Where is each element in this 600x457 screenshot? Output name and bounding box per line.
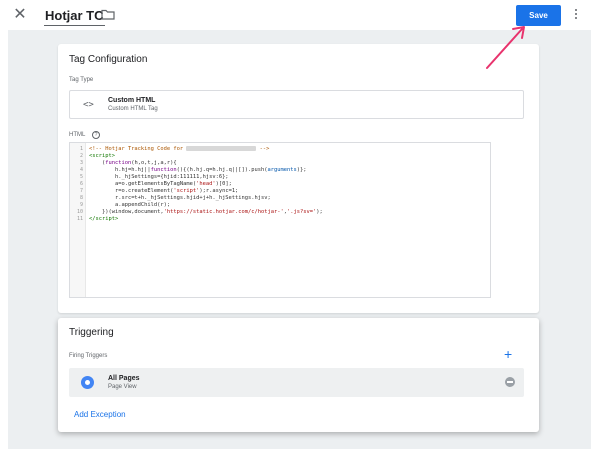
tag-type-label: Tag Type (69, 77, 94, 83)
code-line: <script> (89, 153, 115, 159)
tag-type-selector[interactable]: <> Custom HTML Custom HTML Tag (69, 90, 524, 119)
line-number: 8 (79, 195, 83, 201)
trigger-name: All Pages (108, 375, 140, 382)
code-line: (function(h,o,t,j,a,r){ (89, 160, 177, 166)
line-number: 5 (79, 174, 83, 180)
code-line: </script> (89, 216, 119, 222)
line-number: 6 (79, 181, 83, 187)
tag-type-description: Custom HTML Tag (108, 106, 158, 112)
code-line: })(window,document,'https://static.hotja… (89, 209, 323, 215)
code-line: r.src=t+h._hjSettings.hjid+j+h._hjSettin… (89, 195, 271, 201)
html-label: HTML (69, 132, 86, 138)
line-number: 7 (79, 188, 83, 194)
code-line: a=o.getElementsByTagName('head')[0]; (89, 181, 232, 187)
remove-icon[interactable] (505, 377, 515, 387)
code-icon: <> (83, 100, 94, 110)
more-vert-icon[interactable] (574, 8, 578, 22)
code-line: h._hjSettings={hjid:111111,hjsv:6}; (89, 174, 229, 180)
tag-name-input[interactable]: Hotjar TC (44, 7, 105, 26)
firing-triggers-label: Firing Triggers (69, 353, 108, 359)
line-number: 2 (79, 153, 83, 159)
code-line: h.hj=h.hj||function(){(h.hj.q=h.hj.q||[]… (89, 167, 307, 173)
code-line: r=o.createElement('script');r.async=1; (89, 188, 239, 194)
save-button[interactable]: Save (516, 5, 561, 26)
line-number: 10 (76, 209, 83, 215)
line-gutter: 1 2 3 4 5 6 7 8 9 10 11 (70, 143, 86, 297)
folder-icon[interactable] (101, 9, 115, 20)
trigger-item-all-pages[interactable]: All Pages Page View (69, 368, 524, 397)
tag-configuration-title: Tag Configuration (69, 54, 148, 65)
add-trigger-button[interactable]: + (504, 347, 512, 361)
help-icon[interactable]: ? (92, 131, 100, 139)
tag-type-name: Custom HTML (108, 97, 156, 104)
html-code-editor[interactable]: 1 2 3 4 5 6 7 8 9 10 11 <!-- Hotjar Trac… (69, 142, 491, 298)
line-number: 9 (79, 202, 83, 208)
triggering-title: Triggering (69, 327, 114, 338)
tag-configuration-card: Tag Configuration Tag Type <> Custom HTM… (58, 44, 539, 313)
trigger-type: Page View (108, 384, 137, 390)
add-exception-link[interactable]: Add Exception (74, 410, 126, 419)
code-line: <!-- Hotjar Tracking Code for --> (89, 146, 270, 152)
eye-icon (81, 376, 94, 389)
line-number: 1 (79, 146, 83, 152)
line-number: 11 (76, 216, 83, 222)
line-number: 4 (79, 167, 83, 173)
annotation-arrow-icon (486, 26, 525, 69)
close-icon[interactable]: ✕ (10, 5, 30, 25)
triggering-card: Triggering Firing Triggers + All Pages P… (58, 318, 539, 432)
code-line: a.appendChild(r); (89, 202, 171, 208)
line-number: 3 (79, 160, 83, 166)
